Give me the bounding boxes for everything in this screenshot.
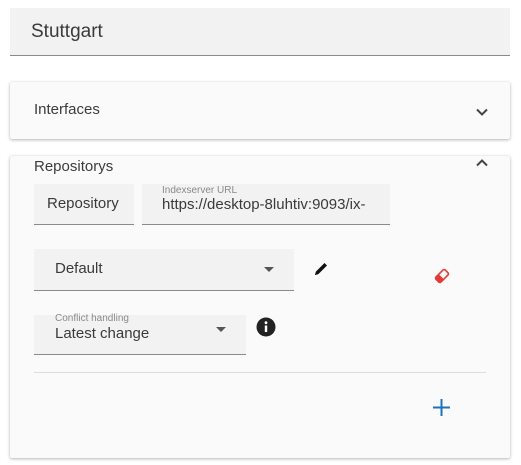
repositories-panel: Repositorys Repository Indexserver URL h… bbox=[10, 156, 510, 458]
conflict-handling-select[interactable]: Conflict handling Latest change bbox=[34, 313, 246, 355]
default-select[interactable]: Default bbox=[34, 249, 294, 291]
default-select-value: Default bbox=[55, 260, 103, 277]
info-icon[interactable] bbox=[256, 317, 276, 337]
repository-name-value: Repository bbox=[47, 195, 119, 212]
interfaces-panel[interactable]: Interfaces bbox=[10, 82, 510, 139]
dropdown-caret-icon bbox=[264, 267, 274, 272]
plus-icon[interactable] bbox=[431, 397, 452, 418]
chevron-down-icon[interactable] bbox=[475, 105, 489, 119]
conflict-handling-label: Conflict handling bbox=[55, 313, 129, 324]
conflict-handling-value: Latest change bbox=[55, 325, 150, 342]
chevron-up-icon[interactable] bbox=[475, 156, 489, 170]
repositories-title: Repositorys bbox=[34, 158, 114, 175]
interfaces-title: Interfaces bbox=[34, 101, 100, 118]
pencil-icon[interactable] bbox=[312, 260, 330, 278]
indexserver-url-value: https://desktop-8luhtiv:9093/ix- bbox=[162, 196, 366, 213]
indexserver-url-field[interactable]: Indexserver URL https://desktop-8luhtiv:… bbox=[142, 184, 390, 225]
divider bbox=[34, 372, 486, 373]
dropdown-caret-icon bbox=[216, 327, 226, 332]
location-field[interactable]: Stuttgart bbox=[10, 8, 510, 56]
location-value: Stuttgart bbox=[31, 21, 103, 42]
indexserver-url-label: Indexserver URL bbox=[162, 185, 238, 196]
eraser-icon[interactable] bbox=[433, 267, 451, 285]
repository-name-field[interactable]: Repository bbox=[34, 184, 134, 225]
